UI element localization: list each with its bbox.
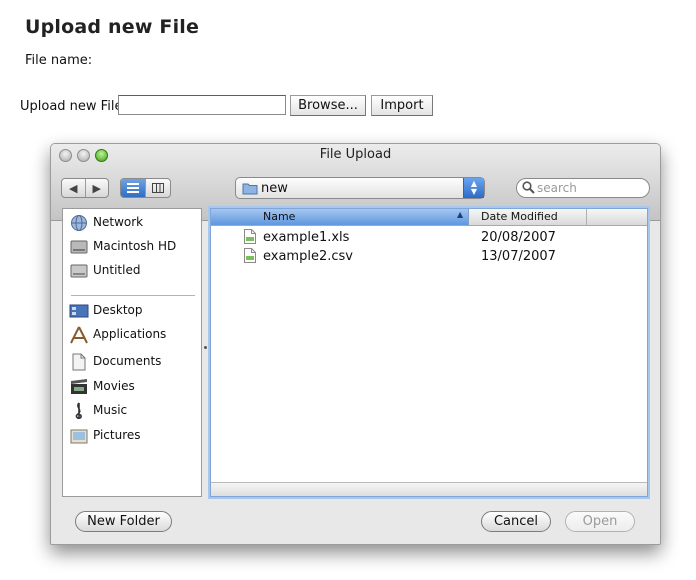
sidebar-item-applications[interactable]: Applications: [63, 324, 201, 346]
file-icon: [244, 229, 256, 244]
sidebar-item-label: Applications: [93, 327, 167, 341]
desktop-icon: [69, 304, 89, 318]
back-button[interactable]: ◀: [62, 179, 85, 197]
sidebar-item-desktop[interactable]: Desktop: [63, 300, 201, 322]
sidebar-item-documents[interactable]: Documents: [63, 351, 201, 373]
date-column-header[interactable]: Date Modified: [469, 209, 587, 225]
location-name: new: [261, 181, 288, 196]
dialog-title: File Upload: [319, 147, 392, 162]
upload-file-label: Upload new File: [20, 99, 123, 114]
view-mode-control: [120, 178, 171, 198]
back-arrow-icon: ◀: [69, 181, 78, 195]
sidebar-item-pictures[interactable]: Pictures: [63, 425, 201, 447]
list-view-button[interactable]: [121, 179, 145, 197]
applications-icon: [70, 326, 88, 344]
browse-button[interactable]: Browse...: [290, 95, 366, 116]
file-name-label: File name:: [25, 53, 93, 68]
file-date: 20/08/2007: [481, 230, 556, 245]
music-icon: [75, 402, 82, 419]
horizontal-scrollbar[interactable]: [211, 482, 647, 496]
sidebar-item-music[interactable]: Music: [63, 400, 201, 422]
movies-icon: [71, 379, 87, 394]
column-view-button[interactable]: [145, 179, 170, 197]
sidebar-item-label: Desktop: [93, 303, 143, 317]
sidebar-item-untitled[interactable]: Untitled: [63, 260, 201, 282]
back-forward-control: ◀ ▶: [61, 178, 109, 198]
file-upload-dialog: File Upload ◀ ▶ new ▲▼ Network M: [50, 143, 661, 545]
file-path-input[interactable]: [118, 95, 286, 115]
folder-icon: [242, 183, 258, 195]
globe-icon: [71, 215, 87, 231]
sidebar-item-label: Music: [93, 403, 128, 417]
column-view-icon: [152, 183, 164, 193]
search-input[interactable]: [516, 178, 650, 198]
sidebar-item-network[interactable]: Network: [63, 212, 201, 234]
file-row[interactable]: example1.xls 20/08/2007: [211, 228, 647, 247]
open-button[interactable]: Open: [565, 511, 635, 532]
file-row[interactable]: example2.csv 13/07/2007: [211, 247, 647, 266]
documents-icon: [72, 353, 86, 371]
location-popup[interactable]: new ▲ ▼: [235, 177, 485, 199]
splitter-handle[interactable]: [204, 346, 207, 349]
sidebar: Network Macintosh HD Untitled Desktop Ap…: [62, 208, 202, 497]
page-title: Upload new File: [25, 16, 200, 38]
hard-drive-icon: [70, 240, 88, 254]
sort-ascending-icon: ▲: [457, 210, 464, 219]
pictures-icon: [70, 429, 88, 444]
list-view-icon: [127, 183, 139, 193]
name-column-label: Name: [263, 210, 296, 223]
sidebar-item-movies[interactable]: Movies: [63, 376, 201, 398]
sidebar-item-label: Movies: [93, 379, 135, 393]
sidebar-item-label: Network: [93, 215, 144, 229]
search-icon: [522, 181, 535, 194]
popup-arrows-icon: ▲ ▼: [463, 178, 484, 198]
name-column-header[interactable]: Name ▲: [211, 209, 469, 225]
date-column-label: Date Modified: [481, 210, 558, 223]
file-icon: [244, 248, 256, 263]
sidebar-splitter[interactable]: [202, 208, 209, 497]
forward-button[interactable]: ▶: [84, 179, 109, 197]
new-folder-button[interactable]: New Folder: [75, 511, 172, 532]
sidebar-item-label: Untitled: [93, 263, 141, 277]
cancel-button[interactable]: Cancel: [481, 511, 551, 532]
disk-icon: [70, 264, 88, 278]
forward-arrow-icon: ▶: [92, 181, 101, 195]
file-date: 13/07/2007: [481, 249, 556, 264]
file-name: example1.xls: [263, 230, 350, 245]
list-header: Name ▲ Date Modified: [211, 209, 647, 226]
file-list: Name ▲ Date Modified example1.xls 20/08/…: [210, 208, 648, 497]
sidebar-divider: [71, 295, 195, 296]
sidebar-item-label: Documents: [93, 354, 162, 368]
sidebar-item-macintosh-hd[interactable]: Macintosh HD: [63, 236, 201, 258]
sidebar-item-label: Pictures: [93, 428, 141, 442]
sidebar-item-label: Macintosh HD: [93, 239, 177, 253]
file-name: example2.csv: [263, 249, 353, 264]
import-button[interactable]: Import: [371, 95, 433, 116]
